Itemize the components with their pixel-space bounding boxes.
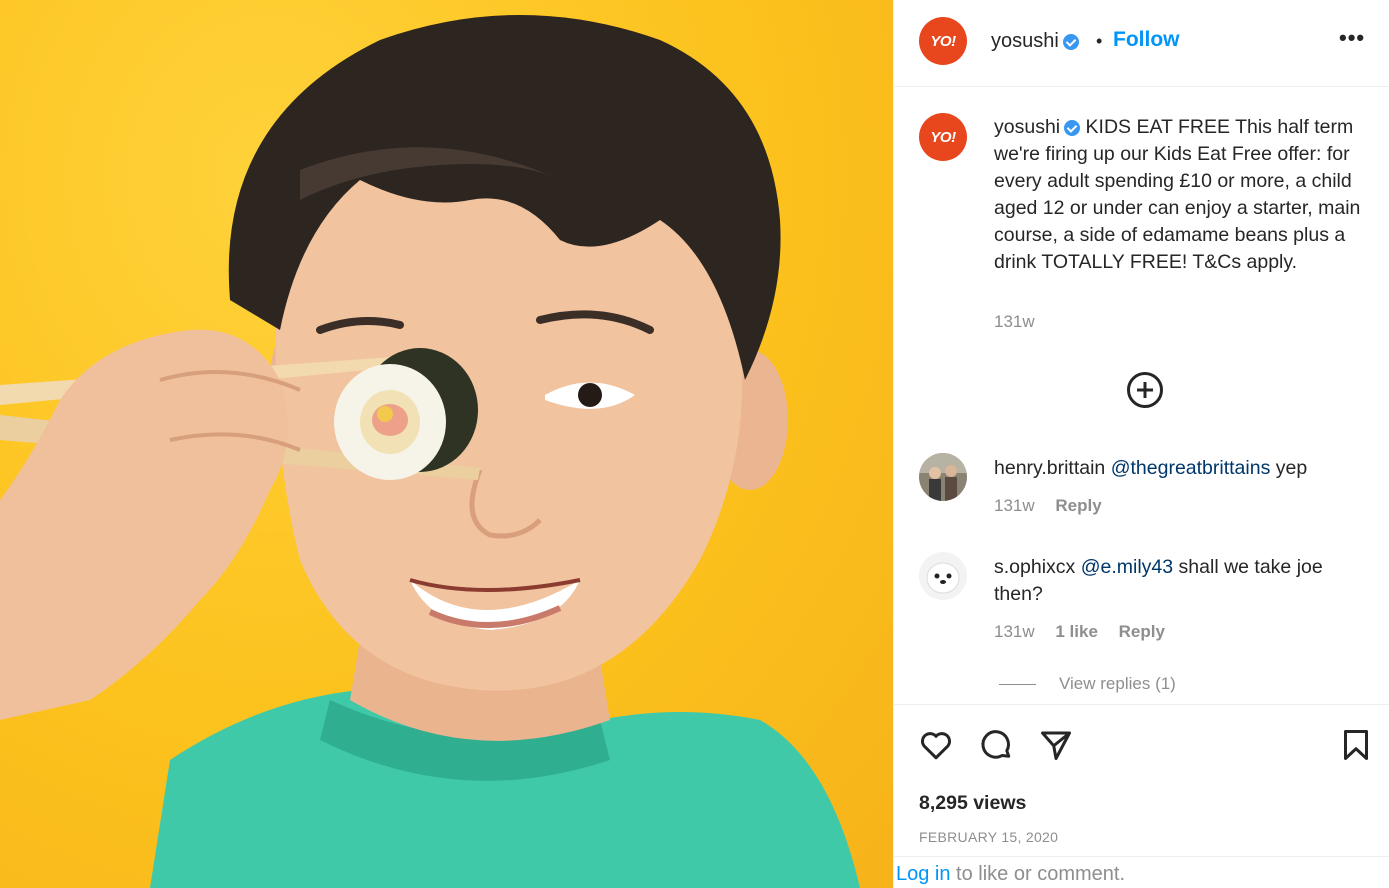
login-link[interactable]: Log in [896,863,951,885]
post-details-panel: YO! yosushi • Follow ••• YO! yosushi KID… [893,0,1389,888]
comment-username[interactable]: s.ophixcx [994,556,1075,578]
header-username-row: yosushi [991,30,1079,53]
comment-text: yep [1275,457,1308,479]
plus-circle-icon[interactable] [1127,372,1163,408]
login-prompt-text: to like or comment. [950,863,1126,885]
comment-username[interactable]: henry.brittain [994,457,1105,479]
comment-mention[interactable]: @thegreatbrittains [1111,457,1271,479]
comment-avatar[interactable] [919,552,967,600]
more-options-button[interactable]: ••• [1339,25,1365,51]
heart-icon[interactable] [918,727,954,768]
view-replies-label: View replies (1) [1059,674,1176,693]
reply-button[interactable]: Reply [1055,496,1101,515]
post-photo[interactable] [0,0,893,888]
comment-meta: 131w Reply [994,496,1118,516]
avatar[interactable]: YO! [919,17,967,65]
action-bar: 8,295 views FEBRUARY 15, 2020 Log in to … [894,704,1389,888]
comment-meta: 131w 1 like Reply [994,622,1181,642]
replies-divider-line [999,684,1036,686]
verified-badge-icon [1064,119,1081,136]
comment-mention[interactable]: @e.mily43 [1081,556,1173,578]
comment-avatar-image [919,552,967,600]
caption-timestamp[interactable]: 131w [994,312,1035,332]
comment-timestamp[interactable]: 131w [994,622,1035,641]
views-count[interactable]: 8,295 views [919,792,1026,815]
login-prompt: Log in to like or comment. [894,856,1389,888]
caption-avatar[interactable]: YO! [919,113,967,161]
view-replies-button[interactable]: View replies (1) [999,674,1176,694]
caption-text-block: yosushi KIDS EAT FREE This half term we'… [994,114,1364,276]
comment-text-row: henry.brittain @thegreatbrittains yep [994,455,1364,482]
comment-timestamp[interactable]: 131w [994,496,1035,515]
share-icon[interactable] [1038,727,1074,768]
comment-icon[interactable] [978,727,1014,768]
bookmark-icon[interactable] [1338,727,1374,768]
caption-avatar-logo-text: YO! [930,128,956,146]
post-date[interactable]: FEBRUARY 15, 2020 [919,829,1058,845]
comment-avatar-image [919,453,967,501]
avatar-logo-text: YO! [930,32,956,50]
reply-button[interactable]: Reply [1119,622,1165,641]
comment-likes[interactable]: 1 like [1055,622,1098,641]
header-username[interactable]: yosushi [991,30,1059,52]
comment-avatar[interactable] [919,453,967,501]
comment-text-row: s.ophixcx @e.mily43 shall we take joe th… [994,554,1364,608]
verified-badge-icon [1062,33,1079,50]
post-image [0,15,860,888]
caption-username[interactable]: yosushi [994,116,1060,138]
post-header: YO! yosushi • Follow ••• [894,0,1389,87]
caption-text: KIDS EAT FREE This half term we're firin… [994,116,1361,273]
separator-dot: • [1096,31,1103,51]
follow-button[interactable]: Follow [1113,28,1180,52]
